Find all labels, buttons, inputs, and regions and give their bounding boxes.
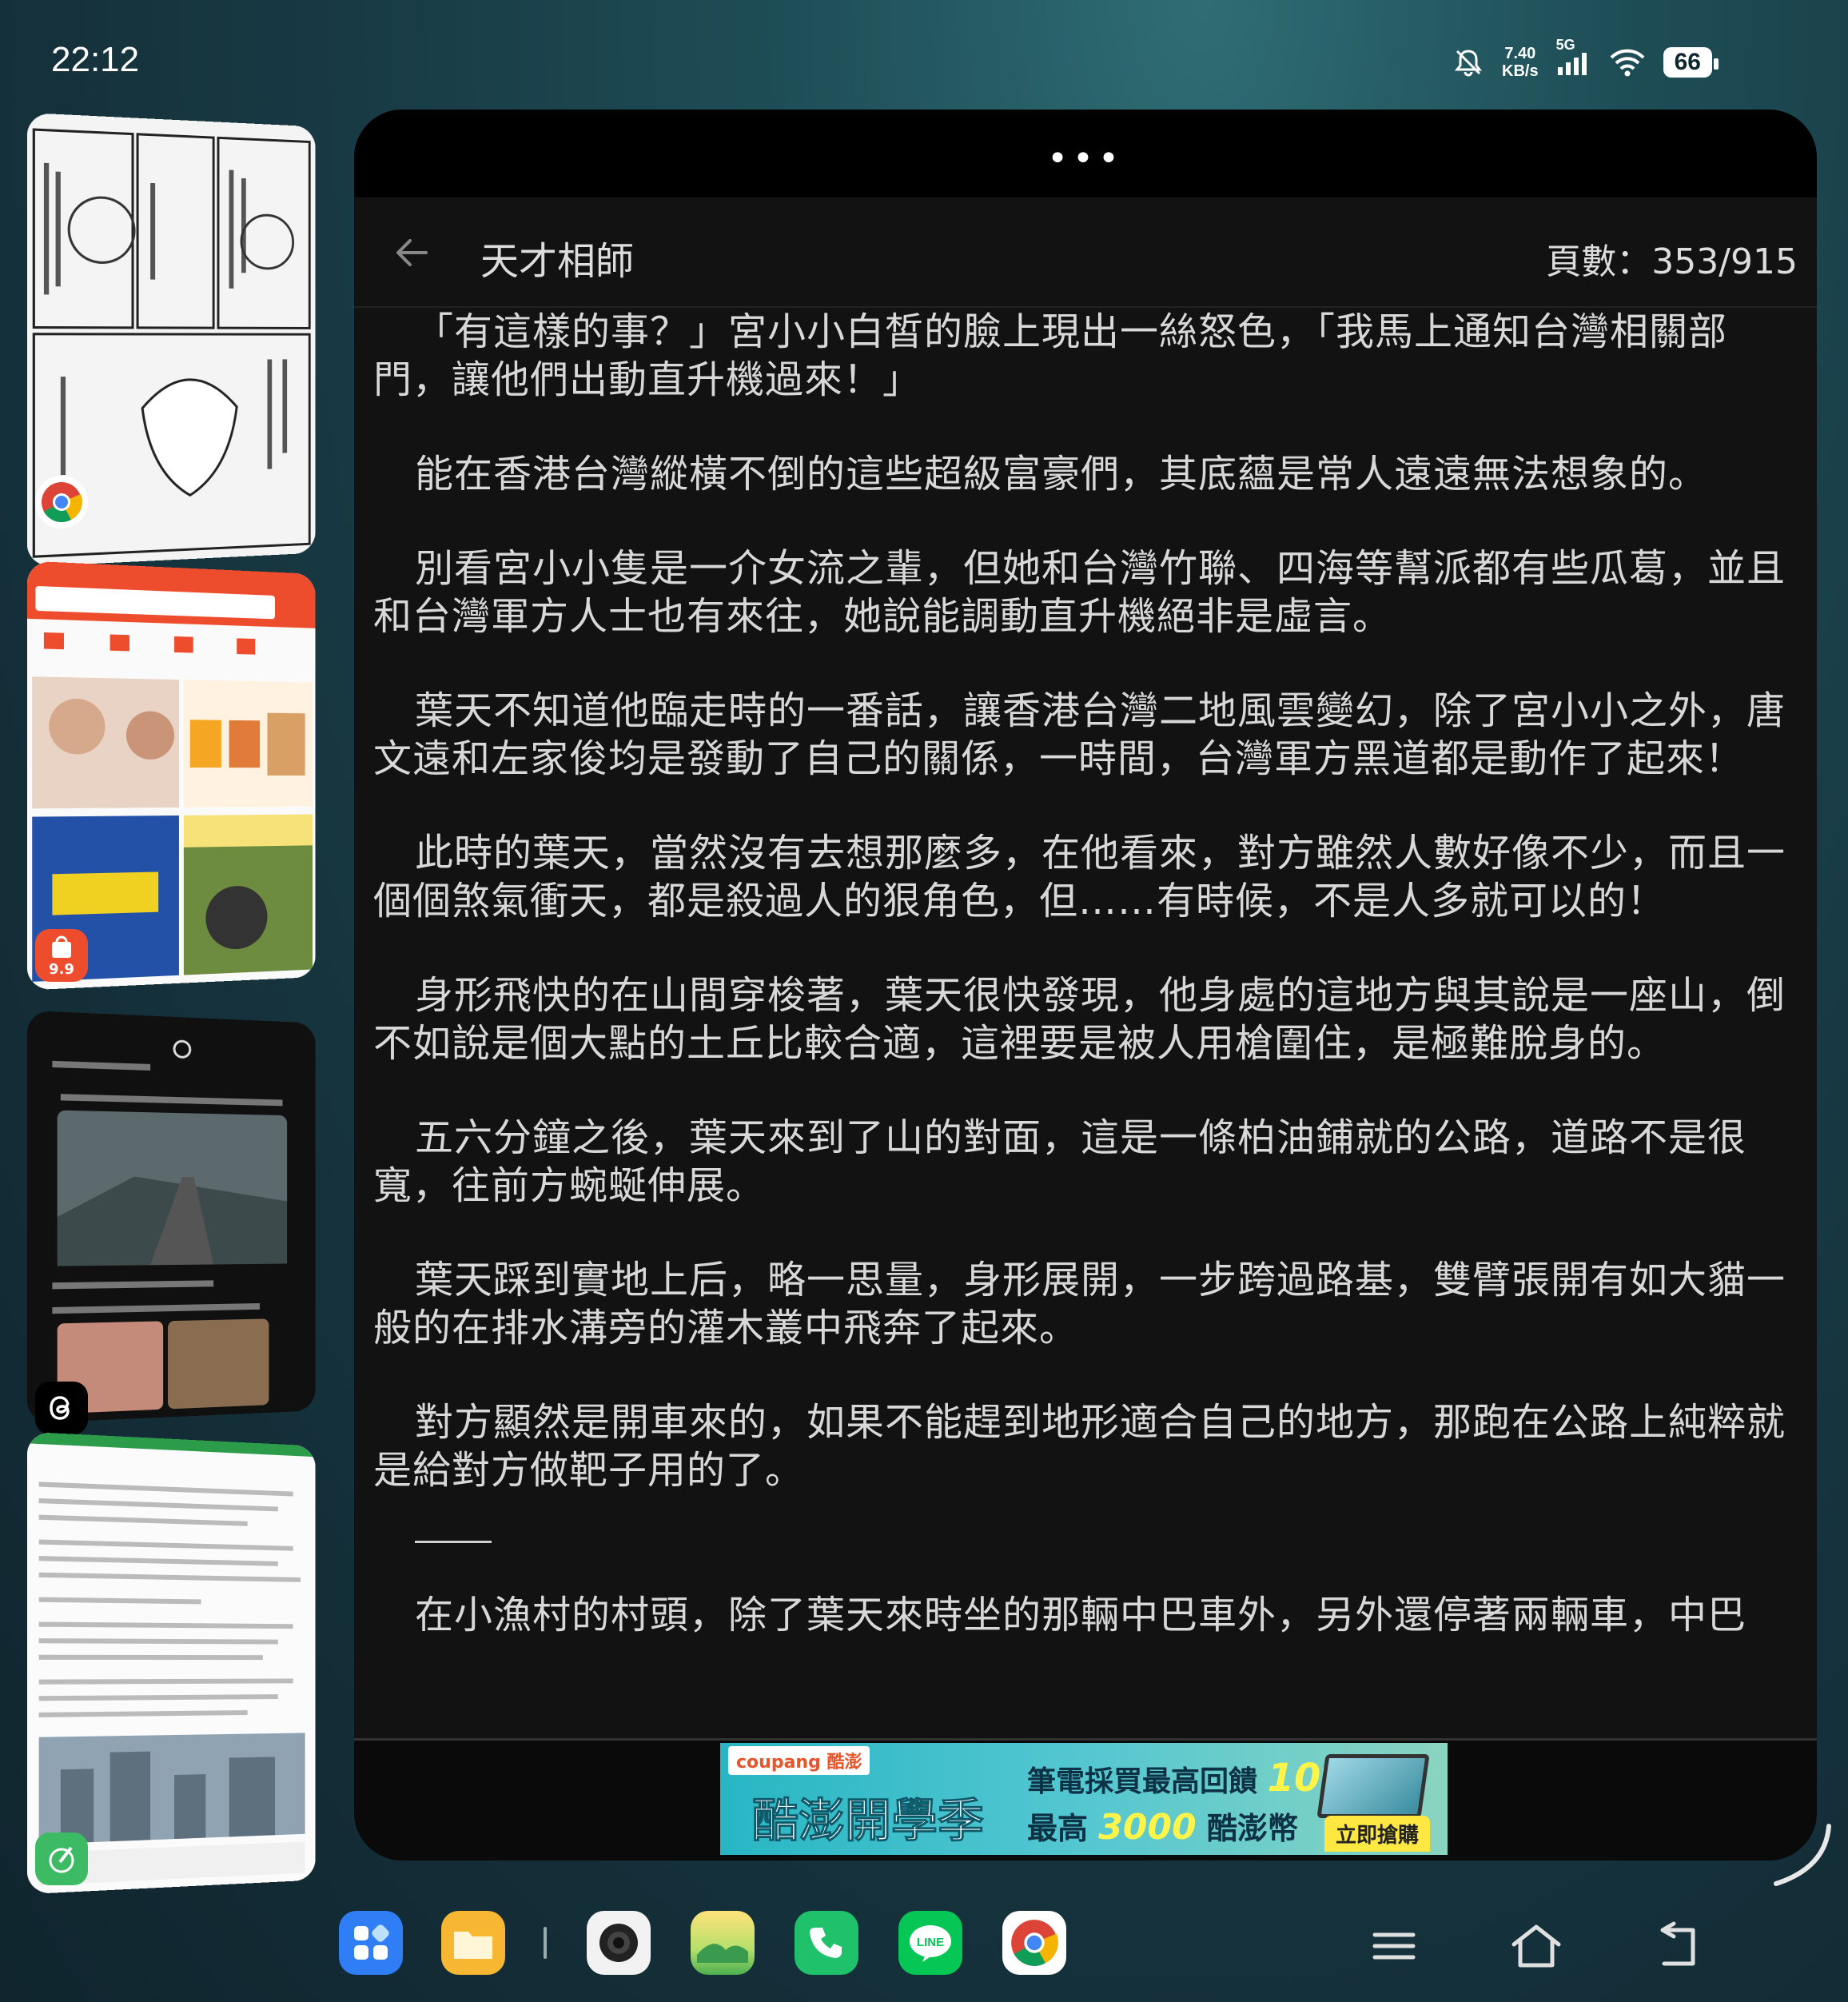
back-arrow-icon[interactable] [386,225,442,281]
shopping-bag-icon [52,935,71,958]
threads-app-badge [35,1382,88,1434]
paragraph: 葉天不知道他臨走時的一番話，讓香港台灣二地風雲變幻，除了宮小小之外，唐文遠和左家… [373,688,1786,781]
ad-title: 酷澎開學季 [751,1793,985,1848]
camera-icon [599,1924,638,1962]
phone-app-icon[interactable] [795,1911,858,1975]
ad-line2-suffix: 酷澎幣 [1206,1811,1298,1846]
paragraph: 對方顯然是開車來的，如果不能趕到地形適合自己的地方，那跑在公路上純粹就是給對方做… [373,1400,1786,1493]
chrome-app-badge [35,476,88,528]
paragraph: 此時的葉天，當然沒有去想那麼多，在他看來，對方雖然人數好像不少，而且一個個煞氣衝… [373,831,1786,923]
status-icons: 7.40 KB/s 5G 66 [1452,37,1719,83]
ad-line2: 最高 3000 酷澎幣 [1027,1804,1298,1848]
shopee-app-badge: 9.9 [35,929,88,982]
status-time: 22:12 [51,40,140,79]
wifi-icon [1610,49,1645,77]
dock-separator [544,1927,547,1959]
chrome-icon [1011,1920,1058,1966]
phone-icon [810,1928,842,1958]
shopee-badge-label: 9.9 [49,960,74,978]
editor-app-badge [35,1833,88,1885]
network-speed: 7.40 KB/s [1502,45,1539,80]
ad-banner[interactable]: coupang 酷澎 酷澎開學季 筆電採買最高回饋 10% 最高 3000 酷澎… [720,1743,1448,1855]
paragraph: 「有這樣的事？」宮小小白皙的臉上現出一絲怒色，「我馬上通知台灣相關部門，讓他們出… [373,309,1728,402]
reader-window: ••• 天才相師 頁數：353/915 「有這樣的事？」宮小小白皙的臉上現出一絲… [354,110,1817,1860]
gallery-app-icon[interactable] [691,1911,755,1975]
home-nav-icon[interactable] [1506,1920,1567,1972]
shopee-thumbnail [26,560,316,991]
landscape-icon [697,1944,748,1963]
laptop-image [1316,1754,1430,1818]
paragraph: 在小漁村的村頭，除了葉天來時坐的那輛中巴車外，另外還停著兩輛車，中巴 [415,1593,1747,1637]
camera-app-icon[interactable] [587,1911,651,1975]
recent-card-threads[interactable] [26,1010,316,1424]
ad-line1: 筆電採買最高回饋 10% [1027,1756,1359,1801]
ad-line1-text: 筆電採買最高回饋 [1027,1765,1258,1798]
menu-nav-icon[interactable] [1364,1920,1424,1972]
recent-card-editor[interactable] [26,1431,316,1895]
network-speed-unit: KB/s [1502,62,1539,80]
back-nav-icon[interactable] [1647,1920,1707,1972]
window-options-icon[interactable]: ••• [1047,138,1124,179]
book-title: 天才相師 [480,239,635,284]
section-divider [415,1541,492,1543]
ad-line2-text: 最高 [1027,1811,1089,1846]
chrome-icon [42,482,82,523]
ad-cta-button[interactable]: 立即搶購 [1324,1816,1430,1852]
ad-bar: coupang 酷澎 酷澎開學季 筆電採買最高回饋 10% 最高 3000 酷澎… [354,1738,1817,1860]
mute-bell-icon [1454,50,1483,77]
editor-thumbnail [26,1431,316,1895]
grid-icon [354,1924,389,1960]
ad-logo: coupang 酷澎 [728,1746,870,1775]
threads-thumbnail [26,1010,316,1424]
line-chat-icon: LINE [910,1925,951,1962]
paragraph: 身形飛快的在山間穿梭著，葉天很快發現，他身處的這地方與其說是一座山，倒不如說是個… [373,973,1786,1066]
ad-line2-value: 3000 [1098,1807,1197,1848]
network-type: 5G [1555,37,1575,53]
paragraph: 能在香港台灣縱橫不倒的這些超級富豪們，其底蘊是常人遠遠無法想象的。 [415,452,1708,497]
paragraph: 別看宮小小隻是一介女流之輩，但她和台灣竹聯、四海等幫派都有些瓜葛，並且和台灣軍方… [373,546,1786,639]
chrome-app-icon[interactable] [1002,1911,1066,1975]
page-counter: 頁數：353/915 [1546,241,1798,282]
app-drawer-icon[interactable] [339,1911,403,1975]
window-handle[interactable]: ••• [354,110,1817,197]
paragraph: 五六分鐘之後，葉天來到了山的對面，這是一條柏油鋪就的公路，道路不是很寬，往前方蜿… [373,1115,1747,1208]
reader-header: 天才相師 頁數：353/915 [354,197,1817,308]
line-app-icon[interactable]: LINE [898,1911,962,1975]
svg-text:LINE: LINE [917,1936,944,1949]
resize-handle-icon[interactable] [1773,1823,1837,1887]
network-speed-value: 7.40 [1504,45,1536,62]
battery-indicator: 66 [1663,47,1719,78]
edit-icon [49,1846,74,1873]
folder-icon [454,1932,492,1959]
paragraph: 葉天踩到實地上后，略一思量，身形展開，一步跨過路基，雙臂張開有如大貓一般的在排水… [373,1258,1786,1350]
files-app-icon[interactable] [441,1911,505,1975]
threads-icon [50,1396,70,1420]
reader-content: 「有這樣的事？」宮小小白皙的臉上現出一絲怒色，「我馬上通知台灣相關部門，讓他們出… [373,308,1798,1685]
recent-card-shopee[interactable] [26,560,316,991]
